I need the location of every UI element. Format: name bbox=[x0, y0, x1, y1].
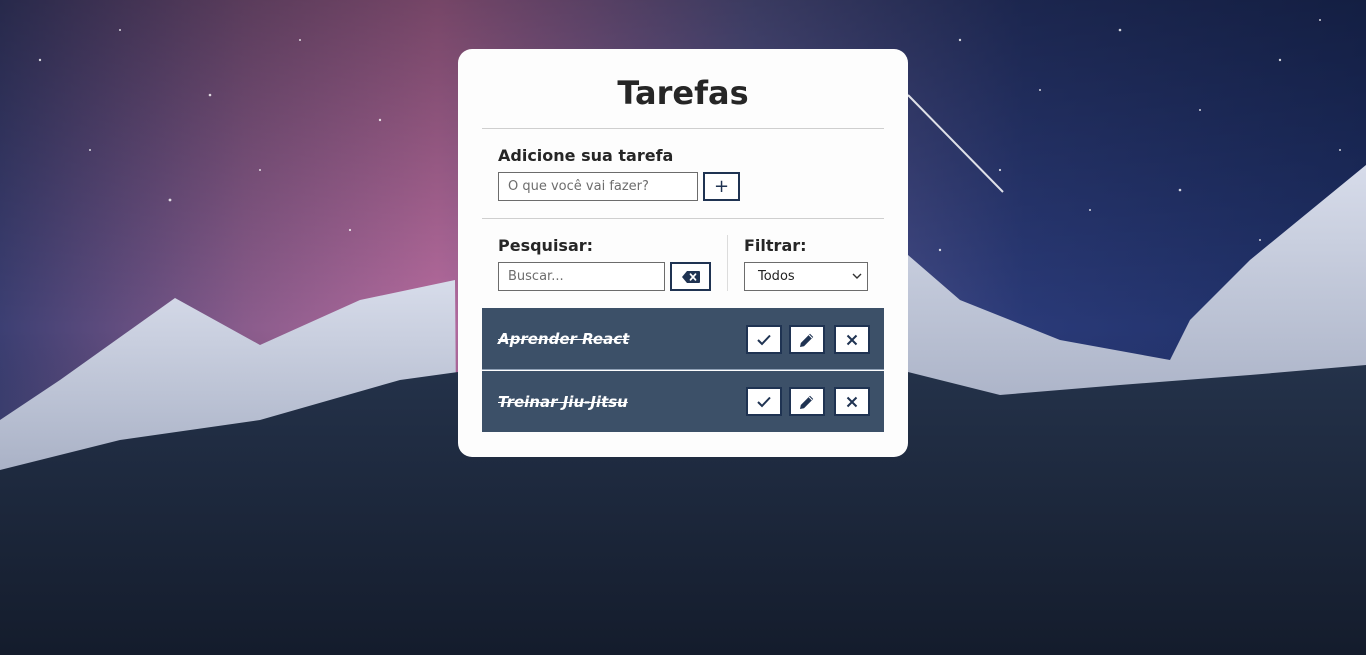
pencil-icon bbox=[800, 333, 814, 347]
todo-item: Treinar Jiu-Jitsu bbox=[482, 371, 884, 432]
todo-text: Aprender React bbox=[498, 330, 630, 348]
todo-text: Treinar Jiu-Jitsu bbox=[498, 393, 628, 411]
chevron-down-icon bbox=[852, 273, 862, 279]
close-icon bbox=[846, 334, 858, 345]
filter-label: Filtrar: bbox=[744, 236, 807, 255]
backspace-icon bbox=[681, 270, 700, 283]
complete-todo-button[interactable] bbox=[746, 387, 782, 416]
check-icon bbox=[757, 396, 771, 407]
new-task-input[interactable] bbox=[498, 172, 698, 201]
page-title: Tarefas bbox=[617, 74, 749, 112]
remove-todo-button[interactable] bbox=[834, 325, 870, 354]
pencil-icon bbox=[800, 395, 814, 409]
section-separator bbox=[727, 235, 728, 291]
close-icon bbox=[846, 396, 858, 407]
remove-todo-button[interactable] bbox=[834, 387, 870, 416]
complete-todo-button[interactable] bbox=[746, 325, 782, 354]
clear-search-button[interactable] bbox=[670, 262, 711, 291]
add-task-label: Adicione sua tarefa bbox=[498, 146, 674, 165]
edit-todo-button[interactable] bbox=[789, 387, 825, 416]
search-label: Pesquisar: bbox=[498, 236, 594, 255]
add-task-button[interactable]: + bbox=[703, 172, 740, 201]
filter-select[interactable]: Todos bbox=[744, 262, 868, 291]
todo-card: Tarefas Adicione sua tarefa + Pesquisar:… bbox=[458, 49, 908, 457]
search-input[interactable] bbox=[498, 262, 665, 291]
edit-todo-button[interactable] bbox=[789, 325, 825, 354]
divider bbox=[482, 128, 884, 129]
divider bbox=[482, 218, 884, 219]
filter-selected-value: Todos bbox=[758, 269, 795, 284]
check-icon bbox=[757, 334, 771, 345]
todo-item: Aprender React bbox=[482, 308, 884, 370]
